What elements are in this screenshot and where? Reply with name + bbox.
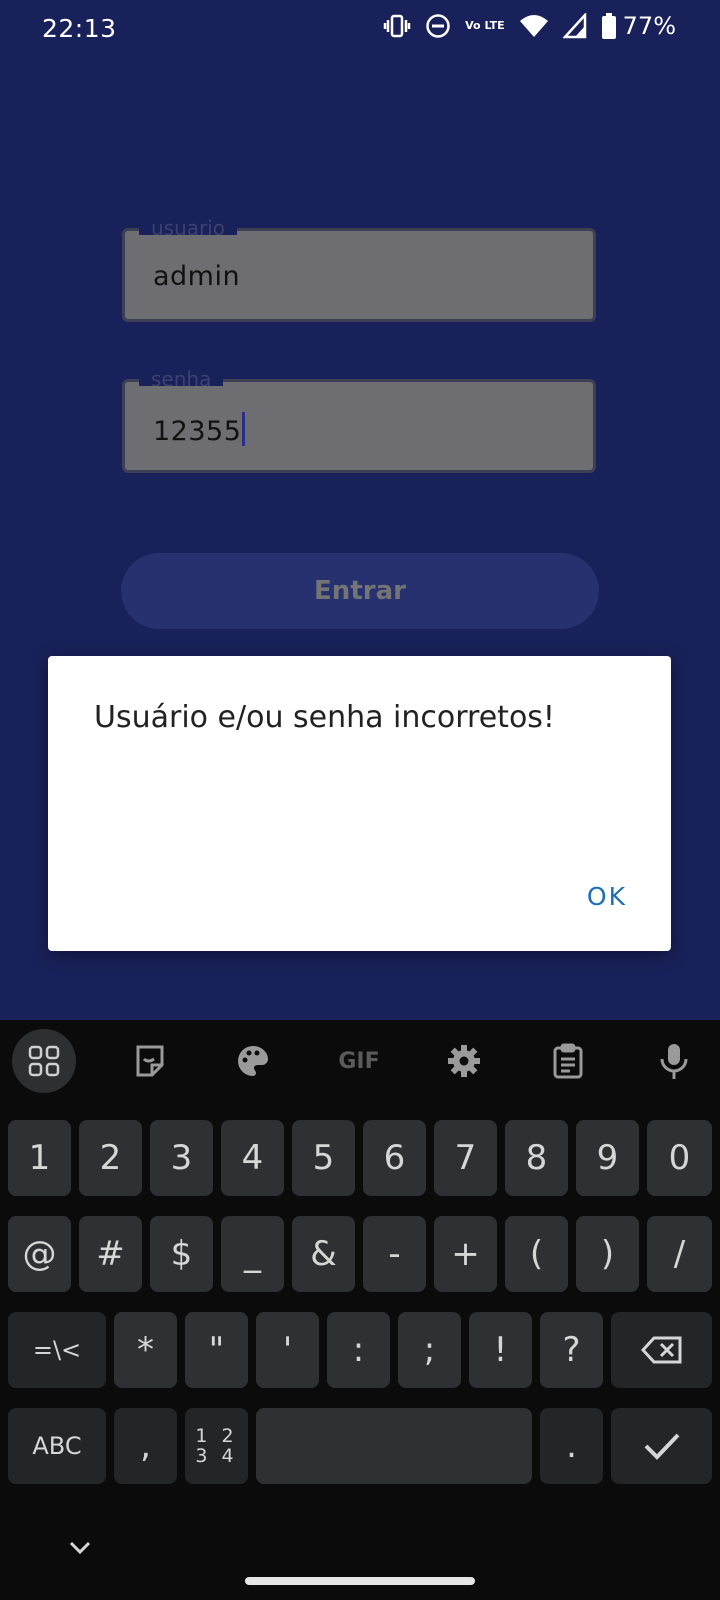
password-value-wrap: 12355 (153, 412, 246, 447)
enter-key[interactable] (611, 1408, 712, 1484)
key-7[interactable]: 7 (434, 1120, 497, 1196)
key-single-quote[interactable]: ' (256, 1312, 319, 1388)
key-1[interactable]: 1 (8, 1120, 71, 1196)
apps-grid-icon[interactable] (12, 1029, 76, 1093)
key-hash[interactable]: # (79, 1216, 142, 1292)
key-close-paren[interactable]: ) (576, 1216, 639, 1292)
password-label: senha (139, 368, 224, 386)
backspace-icon (640, 1336, 681, 1364)
key-symbols-mode[interactable]: =\< (8, 1312, 106, 1388)
status-time: 22:13 (42, 14, 117, 43)
microphone-icon[interactable] (643, 1030, 705, 1092)
status-bar: 22:13 Vo LTE 77% (0, 0, 720, 58)
login-button[interactable]: Entrar (121, 553, 599, 629)
sticker-icon[interactable] (119, 1030, 181, 1092)
text-caret (242, 412, 246, 446)
hide-keyboard-chevron-icon[interactable] (68, 1540, 92, 1560)
space-bar[interactable] (256, 1408, 532, 1484)
key-8[interactable]: 8 (505, 1120, 568, 1196)
key-2[interactable]: 2 (79, 1120, 142, 1196)
key-semicolon[interactable]: ; (398, 1312, 461, 1388)
dialog-message: Usuário e/ou senha incorretos! (94, 700, 555, 735)
username-value: admin (153, 261, 241, 292)
key-9[interactable]: 9 (576, 1120, 639, 1196)
palette-icon[interactable] (222, 1030, 284, 1092)
cell-signal-icon (562, 13, 587, 39)
battery-icon (601, 12, 617, 40)
key-exclamation[interactable]: ! (469, 1312, 532, 1388)
key-question[interactable]: ? (540, 1312, 603, 1388)
key-abc[interactable]: ABC (8, 1408, 106, 1484)
key-5[interactable]: 5 (292, 1120, 355, 1196)
backspace-key[interactable] (611, 1312, 712, 1388)
do-not-disturb-icon (425, 13, 451, 39)
key-3[interactable]: 3 (150, 1120, 213, 1196)
key-period[interactable]: . (540, 1408, 603, 1484)
wifi-icon (519, 13, 549, 39)
key-4[interactable]: 4 (221, 1120, 284, 1196)
key-colon[interactable]: : (327, 1312, 390, 1388)
username-field[interactable]: usuario admin (122, 217, 596, 322)
key-asterisk[interactable]: * (114, 1312, 177, 1388)
dialog-ok-button[interactable]: OK (587, 882, 627, 911)
key-at[interactable]: @ (8, 1216, 71, 1292)
numpad-label: 1 23 4 (195, 1426, 237, 1466)
numpad-label-bottom: 3 4 (195, 1445, 238, 1467)
status-icons: Vo LTE 77% (383, 12, 676, 40)
key-slash[interactable]: / (647, 1216, 712, 1292)
password-field[interactable]: senha 12355 (122, 368, 596, 473)
keyboard: GIF 1 2 3 4 5 6 7 8 9 0 @ # $ _ & - + ( … (0, 1020, 720, 1600)
key-underscore[interactable]: _ (221, 1216, 284, 1292)
vibrate-icon (383, 12, 411, 40)
numpad-label-top: 1 2 (195, 1425, 238, 1447)
battery-percent: 77% (622, 12, 676, 40)
key-dollar[interactable]: $ (150, 1216, 213, 1292)
key-comma[interactable]: , (114, 1408, 177, 1484)
key-double-quote[interactable]: " (185, 1312, 248, 1388)
key-open-paren[interactable]: ( (505, 1216, 568, 1292)
clipboard-icon[interactable] (537, 1030, 599, 1092)
checkmark-icon (644, 1433, 679, 1460)
keyboard-toolbar: GIF (0, 1020, 720, 1100)
gif-button[interactable]: GIF (328, 1030, 390, 1092)
password-value: 12355 (153, 416, 242, 447)
gesture-nav-bar[interactable] (245, 1577, 475, 1585)
key-numpad[interactable]: 1 23 4 (185, 1408, 248, 1484)
error-dialog: Usuário e/ou senha incorretos! OK (48, 656, 671, 951)
key-minus[interactable]: - (363, 1216, 426, 1292)
key-0[interactable]: 0 (647, 1120, 712, 1196)
key-6[interactable]: 6 (363, 1120, 426, 1196)
volte-icon: Vo LTE (465, 19, 505, 32)
settings-gear-icon[interactable] (433, 1030, 495, 1092)
username-label: usuario (139, 217, 238, 235)
key-ampersand[interactable]: & (292, 1216, 355, 1292)
key-plus[interactable]: + (434, 1216, 497, 1292)
